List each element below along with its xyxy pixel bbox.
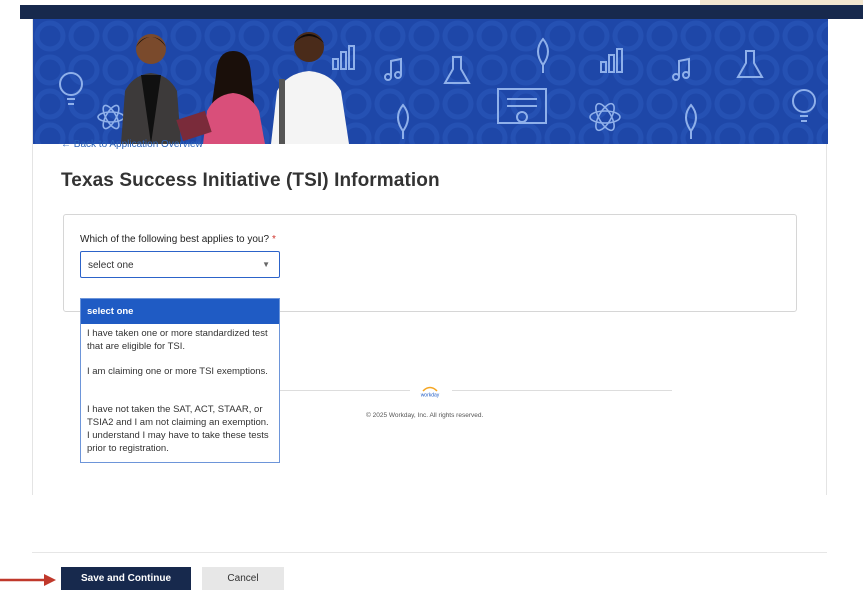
required-marker: * [272, 234, 276, 245]
question-label: Which of the following best applies to y… [80, 234, 276, 245]
banner-illustration [33, 19, 828, 144]
footer-divider-left [280, 390, 410, 391]
page-title: Texas Success Initiative (TSI) Informati… [61, 170, 440, 191]
option-not-taken-tests[interactable]: I have not taken the SAT, ACT, STAAR, or… [81, 403, 279, 455]
option-taken-standardized-test[interactable]: I have taken one or more standardized te… [81, 327, 279, 353]
top-navigation-bar [20, 5, 863, 19]
red-arrow-icon [0, 574, 56, 586]
select-current-value: select one [88, 260, 134, 271]
tsi-status-select[interactable]: select one ▼ [80, 251, 280, 278]
page: ← Back to Application Overview Texas Suc… [0, 0, 863, 590]
workday-arc-icon: workday [421, 386, 440, 399]
bottom-divider [32, 552, 827, 553]
option-select-one[interactable]: select one [81, 299, 279, 324]
workday-logo-text: workday [421, 393, 440, 399]
back-to-overview-link[interactable]: ← Back to Application Overview [61, 139, 203, 150]
option-claiming-exemptions[interactable]: I am claiming one or more TSI exemptions… [81, 365, 279, 378]
tsi-options-dropdown: select one I have taken one or more stan… [80, 298, 280, 463]
workday-logo: workday [416, 384, 444, 399]
chevron-down-icon: ▼ [262, 260, 270, 269]
cancel-button[interactable]: Cancel [202, 567, 284, 590]
save-and-continue-button[interactable]: Save and Continue [61, 567, 191, 590]
hero-banner [33, 19, 828, 144]
copyright-text: © 2025 Workday, Inc. All rights reserved… [366, 412, 484, 419]
question-label-text: Which of the following best applies to y… [80, 234, 269, 245]
footer-divider-right [452, 390, 672, 391]
